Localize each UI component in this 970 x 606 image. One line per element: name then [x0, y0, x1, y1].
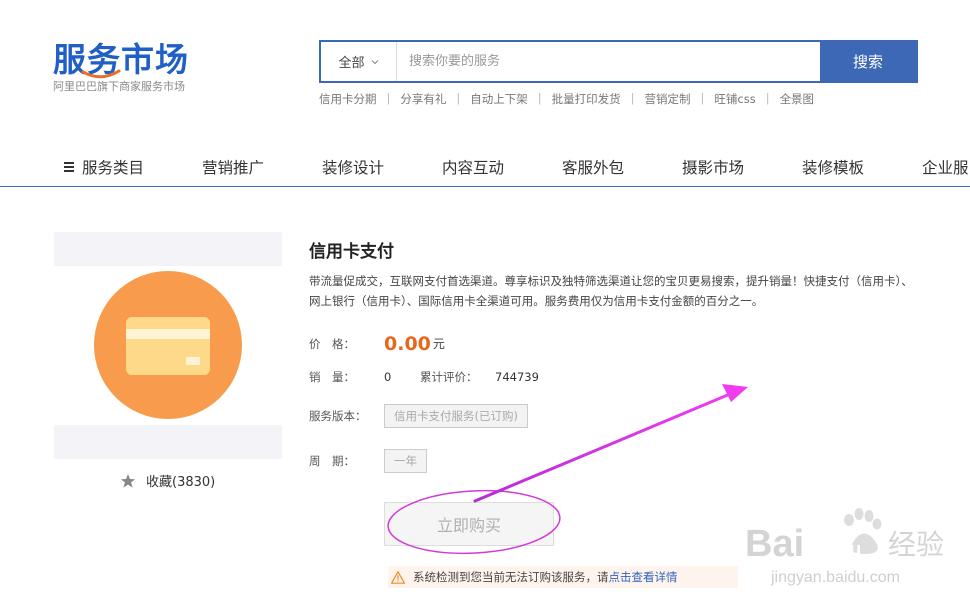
warning-icon [391, 570, 405, 584]
cycle-option[interactable]: 一年 [384, 449, 427, 473]
hot-link[interactable]: 旺铺css [714, 91, 755, 107]
nav-item-customer-service[interactable]: 客服外包 [562, 156, 624, 178]
search-bar: 全部 搜索 [319, 40, 918, 83]
product-description: 带流量促成交，互联网支付首选渠道。尊享标识及独特筛选渠道让您的宝贝更易搜索，提升… [309, 274, 913, 308]
baidu-watermark: Bai du 经验 jingyan.baidu.com [745, 508, 944, 586]
version-label: 服务版本： [309, 409, 367, 423]
buy-now-button[interactable]: 立即购买 [384, 502, 554, 546]
watermark-cn: 经验 [888, 528, 944, 561]
thumbnail-frame-bottom [54, 425, 282, 459]
purchase-warning: 系统检测到您当前无法订购该服务，请 点击查看详情 [388, 566, 738, 588]
warning-details-link[interactable]: 点击查看详情 [609, 569, 678, 585]
arrow-head-icon [722, 384, 748, 402]
divider: | [386, 91, 391, 105]
nav-item-decoration[interactable]: 装修设计 [322, 156, 384, 178]
favorite-button[interactable]: 收藏(3830) [120, 471, 215, 490]
watermark-url: jingyan.baidu.com [770, 569, 900, 586]
nav-item-content[interactable]: 内容互动 [442, 156, 504, 178]
nav-item-templates[interactable]: 装修模板 [802, 156, 864, 178]
divider: | [537, 91, 542, 105]
site-logo[interactable]: 服务市场 阿里巴巴旗下商家服务市场 [53, 40, 223, 94]
search-category-label: 全部 [338, 56, 365, 71]
hot-search-links: 信用卡分期 | 分享有礼 | 自动上下架 | 批量打印发货 | 营销定制 | 旺铺css |… [319, 91, 814, 107]
menu-icon [64, 162, 74, 172]
rating-label: 累计评价： [420, 370, 478, 384]
hot-link[interactable]: 自动上下架 [470, 91, 528, 107]
price-row: 价 格： 0.00 元 [309, 333, 445, 355]
price-label: 价 格： [309, 337, 355, 351]
credit-card-icon [94, 271, 242, 419]
hot-link[interactable]: 营销定制 [645, 91, 691, 107]
favorite-label: 收藏(3830) [146, 475, 216, 490]
divider: | [765, 91, 770, 105]
warning-text: 系统检测到您当前无法订购该服务，请 [413, 570, 609, 584]
thumbnail-frame-top [54, 232, 282, 266]
nav-item-marketing[interactable]: 营销推广 [202, 156, 264, 178]
sales-value: 0 [384, 370, 392, 384]
nav-item-photography[interactable]: 摄影市场 [682, 156, 744, 178]
star-icon [120, 473, 136, 488]
logo-swoosh-icon [81, 69, 121, 79]
search-button[interactable]: 搜索 [820, 42, 916, 81]
divider: | [456, 91, 461, 105]
version-row: 服务版本： 信用卡支付服务(已订购) [309, 404, 528, 428]
hot-link[interactable]: 全景图 [780, 91, 815, 107]
nav-item-enterprise[interactable]: 企业服 [922, 156, 969, 178]
version-option[interactable]: 信用卡支付服务(已订购) [384, 404, 528, 428]
sales-row: 销 量： 0 累计评价： 744739 [309, 369, 539, 385]
price-unit: 元 [432, 337, 445, 351]
divider: | [700, 91, 705, 105]
search-input[interactable] [397, 42, 820, 81]
chevron-down-icon [371, 59, 378, 64]
hot-link[interactable]: 分享有礼 [400, 91, 446, 107]
hot-link[interactable]: 信用卡分期 [319, 91, 377, 107]
rating-value[interactable]: 744739 [495, 370, 539, 384]
product-title: 信用卡支付 [309, 242, 394, 262]
nav-item-label: 服务类目 [82, 159, 145, 177]
cycle-row: 周 期： 一年 [309, 449, 427, 473]
watermark-brand: Bai [745, 523, 804, 565]
hot-link[interactable]: 批量打印发货 [552, 91, 621, 107]
logo-text: 服务市场 [53, 40, 189, 79]
divider: | [630, 91, 635, 105]
cycle-label: 周 期： [309, 453, 355, 468]
sales-label: 销 量： [309, 370, 355, 384]
logo-subtitle: 阿里巴巴旗下商家服务市场 [53, 80, 185, 93]
watermark-brand-du: du [837, 539, 861, 561]
price-value: 0.00 [384, 333, 431, 355]
nav-item-categories[interactable]: 服务类目 [64, 156, 144, 178]
search-category-select[interactable]: 全部 [321, 42, 397, 81]
main-nav: 服务类目 营销推广 装修设计 内容互动 客服外包 摄影市场 装修模板 企业服 [0, 150, 970, 187]
